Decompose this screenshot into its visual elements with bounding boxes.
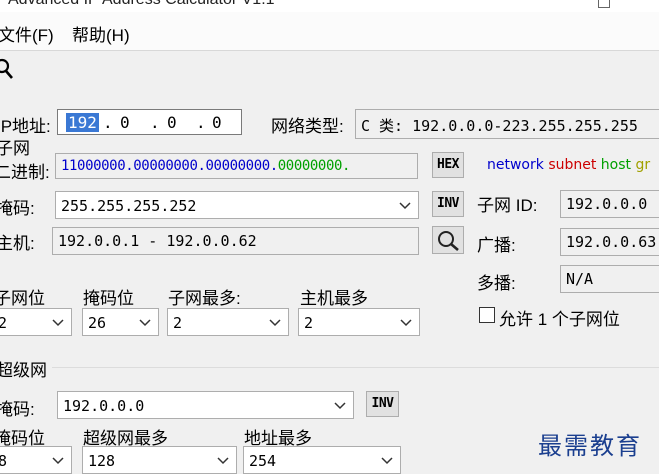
magnifier-icon[interactable] xyxy=(0,57,16,81)
mask-bits-value: 26 xyxy=(88,314,107,332)
supernet-mask-bits-combobox[interactable]: 8 xyxy=(0,446,72,474)
supernet-inv-button[interactable]: INV xyxy=(366,391,399,417)
title-bar: Advanced IP Address Calculator V1.1 xyxy=(0,0,659,12)
chevron-down-icon[interactable] xyxy=(380,451,394,469)
max-hosts-combobox[interactable]: 2 xyxy=(298,308,420,336)
max-addresses-value: 254 xyxy=(249,452,277,470)
broadcast-label: 广播: xyxy=(477,236,516,255)
host-search-button[interactable] xyxy=(432,226,464,254)
ip-octet-4[interactable]: 0 xyxy=(212,113,222,132)
subnet-group-label: 子网 xyxy=(0,139,30,158)
legend-host: host xyxy=(600,157,632,173)
mask-value: 255.255.255.252 xyxy=(61,197,197,215)
max-hosts-label: 主机最多 xyxy=(300,289,368,308)
max-supernets-combobox[interactable]: 128 xyxy=(82,446,237,474)
supernet-mask-bits-value: 8 xyxy=(0,452,8,470)
binary-label: 二进制: xyxy=(0,163,50,182)
ip-octet-1[interactable]: 192 xyxy=(66,113,99,132)
max-addresses-combobox[interactable]: 254 xyxy=(243,446,401,474)
supernet-mask-label: 掩码: xyxy=(0,400,35,419)
menu-file[interactable]: 文件(F) xyxy=(0,21,54,46)
hex-button[interactable]: HEX xyxy=(432,152,464,178)
watermark: 最需教育 xyxy=(538,432,642,460)
mask-bits-label: 掩码位 xyxy=(83,289,134,308)
subnet-id-field: 192.0.0.0 xyxy=(560,190,659,218)
legend-broadcast: gr xyxy=(635,157,651,173)
chevron-down-icon[interactable] xyxy=(333,396,347,414)
chevron-down-icon[interactable] xyxy=(138,313,152,331)
chevron-down-icon[interactable] xyxy=(51,313,65,331)
subnet-bits-combobox[interactable]: 2 xyxy=(0,308,72,336)
subnet-bits-value: 2 xyxy=(0,314,8,332)
subnet-id-label: 子网 ID: xyxy=(477,196,538,215)
network-type-label: 网络类型: xyxy=(271,117,344,136)
window-title: Advanced IP Address Calculator V1.1 xyxy=(8,0,275,9)
chevron-down-icon[interactable] xyxy=(216,451,230,469)
max-subnets-label: 子网最多: xyxy=(168,289,241,308)
chevron-down-icon[interactable] xyxy=(268,313,282,331)
allow-subnet-bit-checkbox[interactable] xyxy=(479,307,495,323)
legend-subnet: subnet xyxy=(548,157,597,173)
mask-inv-button[interactable]: INV xyxy=(432,191,464,217)
supernet-mask-combobox[interactable]: 192.0.0.0 xyxy=(57,391,354,419)
chevron-down-icon[interactable] xyxy=(398,196,412,214)
mask-bits-combobox[interactable]: 26 xyxy=(82,308,159,336)
ip-octet-3[interactable]: 0 xyxy=(167,113,177,132)
menu-help[interactable]: 帮助(H) xyxy=(72,21,130,46)
max-subnets-value: 2 xyxy=(173,314,183,332)
menu-bar: 文件(F) 帮助(H) xyxy=(0,12,659,51)
ip-octet-2[interactable]: 0 xyxy=(120,113,130,132)
magnifier-icon xyxy=(438,231,459,251)
max-subnets-combobox[interactable]: 2 xyxy=(167,308,289,336)
mask-combobox[interactable]: 255.255.255.252 xyxy=(55,191,419,219)
broadcast-field: 192.0.0.63 xyxy=(560,228,659,256)
supernet-group-divider xyxy=(52,367,659,368)
supernet-group-label: 超级网 xyxy=(0,361,47,380)
host-range-field: 192.0.0.1 - 192.0.0.62 xyxy=(52,227,419,255)
subnet-bits-label: 子网位 xyxy=(0,289,45,308)
network-type-field: C 类: 192.0.0.0-223.255.255.255 xyxy=(355,109,659,139)
bit-legend: network subnet host gr xyxy=(487,157,650,173)
max-supernets-value: 128 xyxy=(88,452,116,470)
binary-field: 11000000.00000000.00000000.00000000. xyxy=(55,153,418,179)
maximize-icon[interactable] xyxy=(598,0,610,8)
allow-subnet-bit-label: 允许 1 个子网位 xyxy=(499,310,620,329)
max-hosts-value: 2 xyxy=(304,314,314,332)
multicast-label: 多播: xyxy=(477,274,516,293)
legend-network: network xyxy=(487,157,544,173)
toolbar xyxy=(0,51,659,91)
binary-network-bits: 11000000.00000000.00000000. xyxy=(61,158,278,174)
multicast-field: N/A xyxy=(560,265,659,293)
ip-address-input[interactable]: 192 . 0 . 0 . 0 xyxy=(57,109,242,135)
supernet-mask-value: 192.0.0.0 xyxy=(63,397,145,415)
binary-host-bits: 00000000. xyxy=(277,158,351,174)
mask-label: 掩码: xyxy=(0,199,35,218)
chevron-down-icon[interactable] xyxy=(51,451,65,469)
chevron-down-icon[interactable] xyxy=(399,313,413,331)
host-label: 主机: xyxy=(0,234,35,253)
